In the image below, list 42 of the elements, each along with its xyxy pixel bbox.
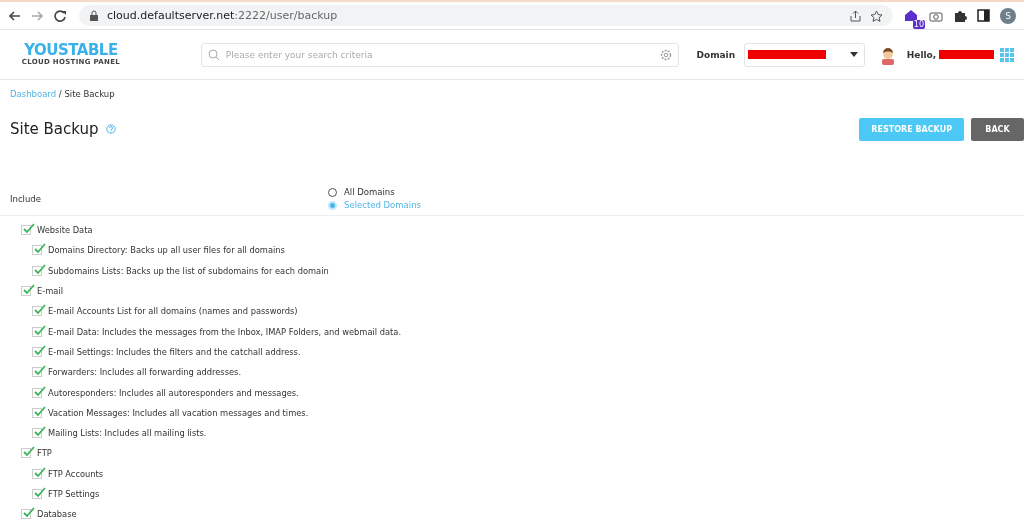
checkbox-label[interactable]: E-mail Accounts List for all domains (names and passwords): [48, 306, 298, 317]
checkbox-label[interactable]: Forwarders: Includes all forwarding addresses.: [48, 367, 242, 378]
checkbox-label[interactable]: FTP: [37, 448, 52, 459]
sidebar-icon[interactable]: [977, 9, 990, 22]
checkbox-label[interactable]: E-mail Settings: Includes the filters and the catchall address.: [48, 346, 301, 357]
search-field[interactable]: Please enter your search criteria: [200, 42, 679, 67]
breadcrumb-current: / Site Backup: [58, 89, 115, 99]
checkbox-label[interactable]: Subdomains Lists: Backs up the list of subdomains for each domain: [48, 265, 329, 276]
lock-icon: [89, 10, 99, 21]
forward-icon[interactable]: [31, 9, 44, 22]
reload-icon[interactable]: [54, 9, 67, 22]
checkbox-label[interactable]: Website Data: [37, 225, 93, 236]
camera-icon[interactable]: [929, 9, 943, 22]
checkbox-label[interactable]: Vacation Messages: Includes all vacation messages and times.: [48, 407, 309, 418]
radio-label[interactable]: All Domains: [344, 187, 395, 197]
checkbox-label[interactable]: E-mail Data: Includes the messages from the Inbox, IMAP Folders, and webmail data.: [48, 326, 402, 337]
back-icon[interactable]: [8, 9, 21, 22]
checkbox-label[interactable]: E-mail: [37, 286, 63, 297]
domain-label: Domain: [696, 49, 736, 60]
settings-icon[interactable]: [659, 48, 672, 61]
caret-icon: [849, 52, 858, 57]
extension-badge: 10: [912, 19, 925, 29]
domain-dropdown[interactable]: [744, 42, 865, 67]
star-icon[interactable]: [870, 9, 883, 22]
checkbox-label[interactable]: Domains Directory: Backs up all user files for all domains: [48, 245, 285, 256]
url-text: cloud.defaultserver.net:2222/user/backup: [107, 9, 338, 22]
puzzle-icon[interactable]: [953, 8, 967, 23]
back-button[interactable]: BACK: [971, 117, 1024, 141]
redaction-mark: [939, 50, 994, 59]
address-bar[interactable]: cloud.defaultserver.net:2222/user/backup: [79, 5, 893, 26]
greeting-text: Hello,: [906, 49, 937, 60]
profile-avatar[interactable]: S: [1000, 7, 1016, 24]
include-label: Include: [10, 193, 42, 204]
checkbox-label[interactable]: Autoresponders: Includes all autoresponders and messages.: [48, 387, 299, 398]
share-icon[interactable]: [849, 9, 862, 22]
checkbox-label[interactable]: Database: [37, 509, 77, 520]
checkbox-label[interactable]: Mailing Lists: Includes all mailing lists.: [48, 428, 207, 439]
checkbox-label[interactable]: FTP Settings: [48, 489, 100, 499]
apps-grid-icon[interactable]: [1000, 47, 1014, 62]
checkbox-label[interactable]: FTP Accounts: [48, 468, 104, 479]
help-icon[interactable]: [105, 124, 116, 134]
page-title: Site Backup: [10, 120, 99, 138]
